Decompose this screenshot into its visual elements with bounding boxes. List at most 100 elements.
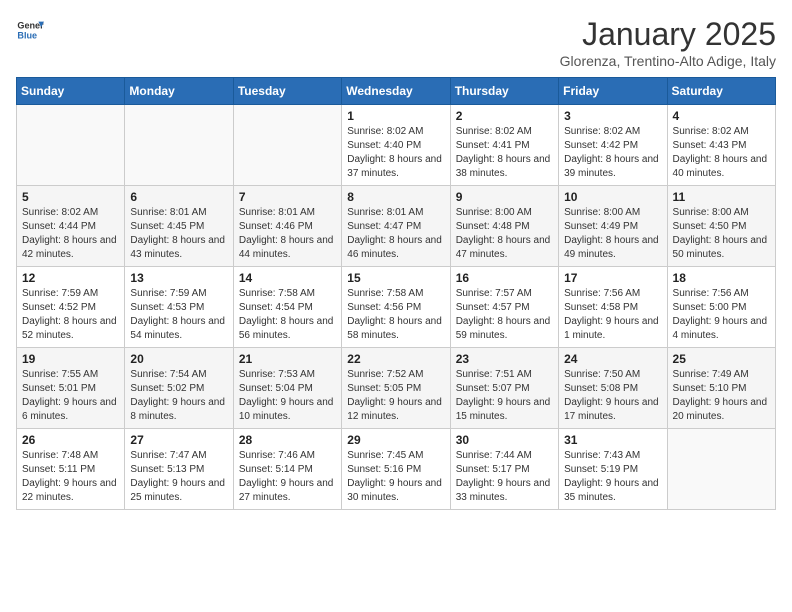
calendar-cell: 20 Sunrise: 7:54 AM Sunset: 5:02 PM Dayli… [125, 348, 233, 429]
day-number: 18 [673, 271, 770, 285]
day-detail: Sunrise: 7:43 AM Sunset: 5:19 PM Dayligh… [564, 449, 661, 505]
day-number: 2 [456, 109, 553, 123]
column-header-saturday: Saturday [667, 78, 775, 105]
day-detail: Sunrise: 8:02 AM Sunset: 4:40 PM Dayligh… [347, 125, 444, 181]
day-detail: Sunrise: 7:58 AM Sunset: 4:56 PM Dayligh… [347, 287, 444, 343]
day-number: 28 [239, 433, 336, 447]
day-detail: Sunrise: 7:53 AM Sunset: 5:04 PM Dayligh… [239, 368, 336, 424]
day-number: 19 [22, 352, 119, 366]
day-detail: Sunrise: 8:02 AM Sunset: 4:44 PM Dayligh… [22, 206, 119, 262]
calendar-cell: 24 Sunrise: 7:50 AM Sunset: 5:08 PM Dayli… [559, 348, 667, 429]
day-number: 7 [239, 190, 336, 204]
day-detail: Sunrise: 8:00 AM Sunset: 4:50 PM Dayligh… [673, 206, 770, 262]
day-number: 26 [22, 433, 119, 447]
day-number: 23 [456, 352, 553, 366]
day-number: 11 [673, 190, 770, 204]
column-header-thursday: Thursday [450, 78, 558, 105]
calendar-cell [17, 105, 125, 186]
calendar-cell: 29 Sunrise: 7:45 AM Sunset: 5:16 PM Dayli… [342, 429, 450, 510]
day-detail: Sunrise: 7:58 AM Sunset: 4:54 PM Dayligh… [239, 287, 336, 343]
calendar-cell: 23 Sunrise: 7:51 AM Sunset: 5:07 PM Dayli… [450, 348, 558, 429]
day-detail: Sunrise: 7:48 AM Sunset: 5:11 PM Dayligh… [22, 449, 119, 505]
day-detail: Sunrise: 7:47 AM Sunset: 5:13 PM Dayligh… [130, 449, 227, 505]
column-header-monday: Monday [125, 78, 233, 105]
day-number: 21 [239, 352, 336, 366]
day-number: 29 [347, 433, 444, 447]
page-header: General Blue January 2025 Glorenza, Tren… [16, 16, 776, 69]
day-number: 14 [239, 271, 336, 285]
calendar-cell: 18 Sunrise: 7:56 AM Sunset: 5:00 PM Dayli… [667, 267, 775, 348]
month-title: January 2025 [560, 16, 776, 53]
day-number: 12 [22, 271, 119, 285]
calendar-cell: 13Sunrise: 7:59 AM Sunset: 4:53 PM Dayli… [125, 267, 233, 348]
day-number: 22 [347, 352, 444, 366]
calendar-cell: 7 Sunrise: 8:01 AM Sunset: 4:46 PM Daylig… [233, 186, 341, 267]
logo-icon: General Blue [16, 16, 44, 44]
day-number: 4 [673, 109, 770, 123]
day-detail: Sunrise: 8:02 AM Sunset: 4:43 PM Dayligh… [673, 125, 770, 181]
day-detail: Sunrise: 7:57 AM Sunset: 4:57 PM Dayligh… [456, 287, 553, 343]
day-detail: Sunrise: 8:01 AM Sunset: 4:45 PM Dayligh… [130, 206, 227, 262]
calendar-cell: 8 Sunrise: 8:01 AM Sunset: 4:47 PM Daylig… [342, 186, 450, 267]
day-number: 20 [130, 352, 227, 366]
calendar-cell [233, 105, 341, 186]
day-detail: Sunrise: 7:51 AM Sunset: 5:07 PM Dayligh… [456, 368, 553, 424]
day-detail: Sunrise: 7:59 AM Sunset: 4:52 PM Dayligh… [22, 287, 119, 343]
calendar-cell [125, 105, 233, 186]
day-number: 25 [673, 352, 770, 366]
calendar-cell: 31Sunrise: 7:43 AM Sunset: 5:19 PM Dayli… [559, 429, 667, 510]
day-detail: Sunrise: 7:54 AM Sunset: 5:02 PM Dayligh… [130, 368, 227, 424]
day-number: 30 [456, 433, 553, 447]
day-detail: Sunrise: 7:45 AM Sunset: 5:16 PM Dayligh… [347, 449, 444, 505]
day-number: 6 [130, 190, 227, 204]
calendar-cell: 25Sunrise: 7:49 AM Sunset: 5:10 PM Dayli… [667, 348, 775, 429]
day-number: 3 [564, 109, 661, 123]
day-number: 5 [22, 190, 119, 204]
day-detail: Sunrise: 7:52 AM Sunset: 5:05 PM Dayligh… [347, 368, 444, 424]
calendar-cell: 14 Sunrise: 7:58 AM Sunset: 4:54 PM Dayli… [233, 267, 341, 348]
calendar-table: SundayMondayTuesdayWednesdayThursdayFrid… [16, 77, 776, 510]
day-detail: Sunrise: 8:02 AM Sunset: 4:41 PM Dayligh… [456, 125, 553, 181]
day-detail: Sunrise: 8:01 AM Sunset: 4:46 PM Dayligh… [239, 206, 336, 262]
day-number: 1 [347, 109, 444, 123]
day-detail: Sunrise: 8:01 AM Sunset: 4:47 PM Dayligh… [347, 206, 444, 262]
day-number: 10 [564, 190, 661, 204]
calendar-cell: 27 Sunrise: 7:47 AM Sunset: 5:13 PM Dayli… [125, 429, 233, 510]
day-detail: Sunrise: 8:02 AM Sunset: 4:42 PM Dayligh… [564, 125, 661, 181]
svg-text:Blue: Blue [17, 30, 37, 40]
day-detail: Sunrise: 8:00 AM Sunset: 4:48 PM Dayligh… [456, 206, 553, 262]
day-detail: Sunrise: 7:50 AM Sunset: 5:08 PM Dayligh… [564, 368, 661, 424]
day-detail: Sunrise: 7:56 AM Sunset: 4:58 PM Dayligh… [564, 287, 661, 343]
day-number: 24 [564, 352, 661, 366]
day-number: 16 [456, 271, 553, 285]
calendar-cell: 28 Sunrise: 7:46 AM Sunset: 5:14 PM Dayli… [233, 429, 341, 510]
day-number: 15 [347, 271, 444, 285]
day-number: 8 [347, 190, 444, 204]
day-detail: Sunrise: 7:44 AM Sunset: 5:17 PM Dayligh… [456, 449, 553, 505]
day-detail: Sunrise: 7:56 AM Sunset: 5:00 PM Dayligh… [673, 287, 770, 343]
calendar-cell: 12 Sunrise: 7:59 AM Sunset: 4:52 PM Dayli… [17, 267, 125, 348]
calendar-cell: 4 Sunrise: 8:02 AM Sunset: 4:43 PM Daylig… [667, 105, 775, 186]
calendar-cell: 11 Sunrise: 8:00 AM Sunset: 4:50 PM Dayli… [667, 186, 775, 267]
calendar-cell: 22 Sunrise: 7:52 AM Sunset: 5:05 PM Dayli… [342, 348, 450, 429]
column-header-friday: Friday [559, 78, 667, 105]
calendar-cell: 15 Sunrise: 7:58 AM Sunset: 4:56 PM Dayli… [342, 267, 450, 348]
logo: General Blue [16, 16, 44, 44]
day-number: 17 [564, 271, 661, 285]
day-number: 27 [130, 433, 227, 447]
column-header-wednesday: Wednesday [342, 78, 450, 105]
calendar-cell: 30 Sunrise: 7:44 AM Sunset: 5:17 PM Dayli… [450, 429, 558, 510]
day-detail: Sunrise: 7:59 AM Sunset: 4:53 PM Dayligh… [130, 287, 227, 343]
calendar-cell: 5 Sunrise: 8:02 AM Sunset: 4:44 PM Daylig… [17, 186, 125, 267]
calendar-cell: 9Sunrise: 8:00 AM Sunset: 4:48 PM Daylig… [450, 186, 558, 267]
calendar-cell: 17 Sunrise: 7:56 AM Sunset: 4:58 PM Dayli… [559, 267, 667, 348]
column-header-tuesday: Tuesday [233, 78, 341, 105]
calendar-cell: 16 Sunrise: 7:57 AM Sunset: 4:57 PM Dayli… [450, 267, 558, 348]
title-block: January 2025 Glorenza, Trentino-Alto Adi… [560, 16, 776, 69]
calendar-cell: 26 Sunrise: 7:48 AM Sunset: 5:11 PM Dayli… [17, 429, 125, 510]
calendar-cell: 2 Sunrise: 8:02 AM Sunset: 4:41 PM Daylig… [450, 105, 558, 186]
calendar-cell: 10Sunrise: 8:00 AM Sunset: 4:49 PM Dayli… [559, 186, 667, 267]
column-header-sunday: Sunday [17, 78, 125, 105]
day-detail: Sunrise: 7:46 AM Sunset: 5:14 PM Dayligh… [239, 449, 336, 505]
calendar-cell [667, 429, 775, 510]
